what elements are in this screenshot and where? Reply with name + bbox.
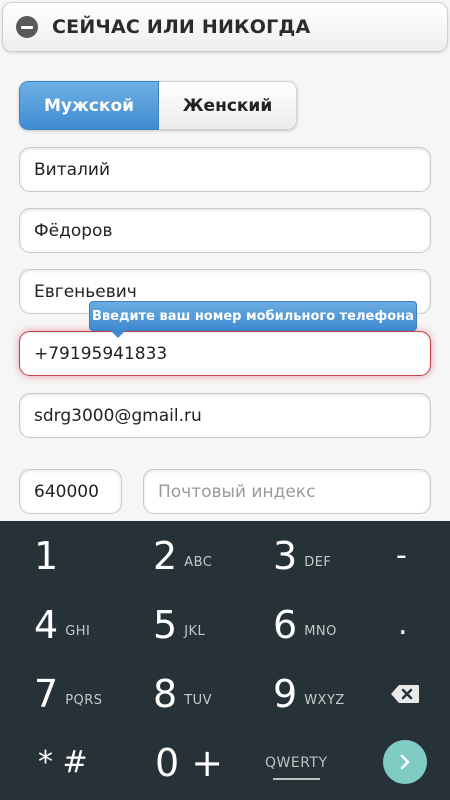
key-minus[interactable]: - bbox=[396, 521, 426, 590]
email-field[interactable]: sdrg3000@gmail.ru bbox=[19, 393, 431, 438]
backspace-icon bbox=[391, 684, 419, 703]
key-1[interactable]: 1 bbox=[34, 521, 146, 590]
key-digit: 2 bbox=[153, 533, 178, 578]
key-9[interactable]: 9 WXYZ bbox=[273, 659, 385, 728]
key-2[interactable]: 2 ABC bbox=[153, 521, 265, 590]
postal-index-input[interactable]: Почтовый индекс bbox=[143, 469, 431, 514]
last-name-field[interactable]: Фёдоров bbox=[19, 208, 431, 253]
key-digit: 3 bbox=[273, 533, 298, 578]
key-8[interactable]: 8 TUV bbox=[153, 659, 265, 728]
key-4[interactable]: 4 GHI bbox=[34, 590, 146, 659]
key-digit: 8 bbox=[153, 671, 178, 716]
qwerty-label: QWERTY bbox=[265, 754, 328, 780]
next-button[interactable] bbox=[383, 740, 427, 784]
key-6[interactable]: 6 MNO bbox=[273, 590, 385, 659]
gender-toggle: Мужской Женский bbox=[19, 81, 297, 130]
key-digit: 4 bbox=[34, 602, 59, 647]
key-5[interactable]: 5 JKL bbox=[153, 590, 265, 659]
key-digit: 9 bbox=[273, 671, 298, 716]
gender-male-button[interactable]: Мужской bbox=[19, 81, 159, 130]
key-letters: MNO bbox=[304, 624, 337, 639]
key-digit: 1 bbox=[34, 533, 59, 578]
key-letters: WXYZ bbox=[304, 693, 345, 708]
gender-female-button[interactable]: Женский bbox=[159, 81, 297, 130]
key-symbol: . bbox=[398, 607, 408, 642]
key-symbol: - bbox=[396, 538, 407, 573]
key-dot[interactable]: . bbox=[398, 590, 428, 659]
key-3[interactable]: 3 DEF bbox=[273, 521, 385, 590]
page-title: СЕЙЧАС ИЛИ НИКОГДА bbox=[52, 16, 311, 38]
page-header[interactable]: СЕЙЧАС ИЛИ НИКОГДА bbox=[2, 2, 448, 52]
key-symbol: * # bbox=[38, 745, 88, 780]
postal-code-field[interactable]: 640000 bbox=[19, 469, 122, 514]
key-star-hash[interactable]: * # bbox=[38, 728, 150, 797]
key-symbol: 0 + bbox=[155, 740, 224, 785]
key-letters: TUV bbox=[184, 693, 213, 708]
key-letters: PQRS bbox=[65, 693, 103, 708]
next-arrow-icon bbox=[400, 754, 410, 770]
key-zero-plus[interactable]: 0 + bbox=[155, 728, 267, 797]
phone-field[interactable]: +79195941833 bbox=[19, 331, 431, 376]
phone-tooltip: Введите ваш номер мобильного телефона bbox=[89, 301, 417, 338]
key-letters: DEF bbox=[304, 555, 332, 570]
key-7[interactable]: 7 PQRS bbox=[34, 659, 146, 728]
key-digit: 7 bbox=[34, 671, 59, 716]
key-letters: ABC bbox=[184, 555, 213, 570]
first-name-field[interactable]: Виталий bbox=[19, 147, 431, 192]
backspace-key[interactable] bbox=[390, 659, 424, 728]
qwerty-switch-key[interactable]: QWERTY bbox=[265, 728, 377, 797]
key-digit: 5 bbox=[153, 602, 178, 647]
minus-circle-icon[interactable] bbox=[16, 16, 38, 38]
key-digit: 6 bbox=[273, 602, 298, 647]
key-letters: JKL bbox=[184, 624, 206, 639]
key-letters: GHI bbox=[65, 624, 91, 639]
